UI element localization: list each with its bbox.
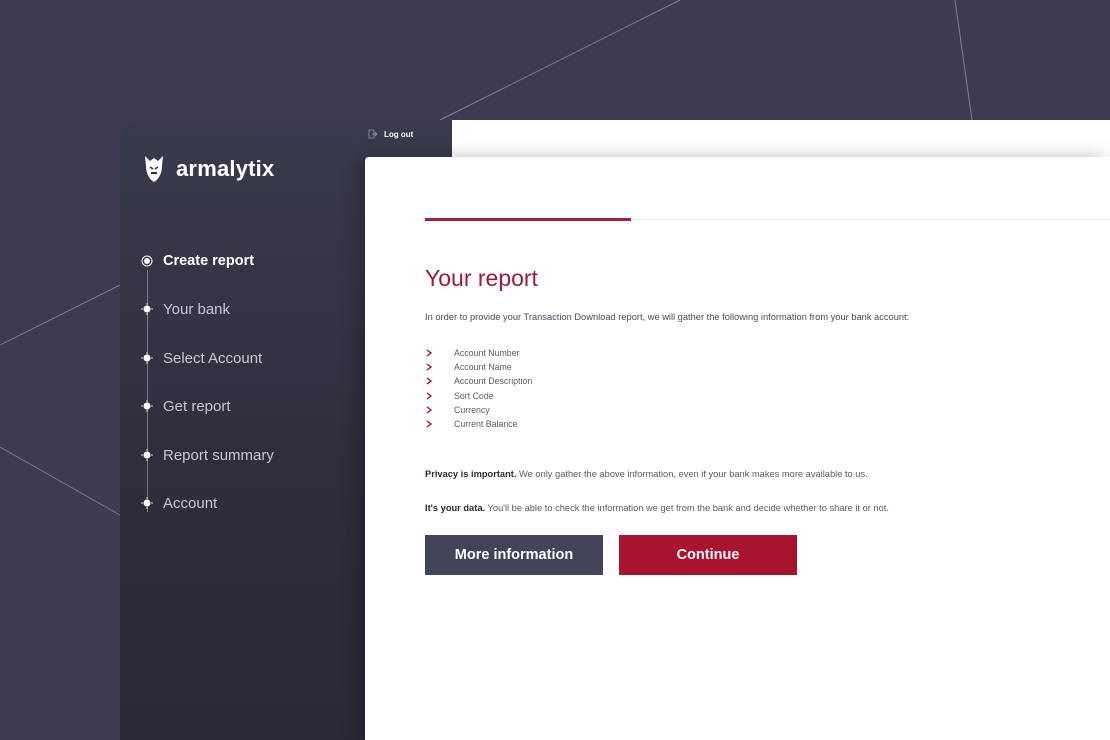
sidebar-step-account[interactable]: Account <box>141 493 217 513</box>
step-dot-icon <box>141 303 153 315</box>
list-item: Currency <box>425 403 532 417</box>
list-item-label: Account Number <box>454 348 520 359</box>
info-list: Account Number Account Name Account Desc… <box>425 346 532 431</box>
chevron-right-icon <box>426 377 433 386</box>
chevron-right-icon <box>426 406 433 414</box>
chevron-right-icon <box>426 420 433 428</box>
chevron-right-icon <box>426 363 433 371</box>
top-header-strip <box>452 120 1110 160</box>
brand-logo: armalytix <box>142 154 274 184</box>
sidebar-step-your-bank[interactable]: Your bank <box>141 299 230 319</box>
privacy-lead: Privacy is important. <box>425 469 517 479</box>
step-label: Create report <box>163 253 255 269</box>
privacy-text: We only gather the above information, ev… <box>516 469 868 479</box>
main-panel: Your report In order to provide your Tra… <box>365 157 1110 740</box>
sidebar-step-report-summary[interactable]: Report summary <box>141 445 274 465</box>
step-label: Get report <box>163 397 231 415</box>
step-dot-icon <box>141 400 153 412</box>
progress-fill <box>425 218 631 221</box>
dragon-logo-icon <box>145 156 163 182</box>
sidebar-step-create-report[interactable]: Create report <box>141 251 254 271</box>
step-dot-icon <box>141 255 153 267</box>
step-label: Select Account <box>163 349 263 367</box>
list-item: Current Balance <box>425 417 532 431</box>
list-item-label: Account Description <box>454 376 533 387</box>
your-data-lead: It's your data. <box>425 503 486 513</box>
step-label: Report summary <box>163 446 274 464</box>
list-item-label: Currency <box>454 404 490 415</box>
your-data-text: You'll be able to check the information … <box>485 503 889 513</box>
your-data-note: It's your data. You'll be able to check … <box>425 503 889 513</box>
sidebar-step-select-account[interactable]: Select Account <box>141 348 262 368</box>
list-item-label: Sort Code <box>454 390 494 401</box>
chevron-right-icon <box>426 392 433 400</box>
step-label: Your bank <box>163 300 231 318</box>
intro-text: In order to provide your Transaction Dow… <box>425 312 910 322</box>
list-item-label: Current Balance <box>454 419 518 430</box>
list-item: Account Name <box>425 360 532 374</box>
list-item: Sort Code <box>425 389 532 403</box>
logout-icon <box>368 129 378 139</box>
chevron-right-icon <box>426 349 433 357</box>
more-information-button[interactable]: More information <box>425 535 603 575</box>
list-item: Account Description <box>425 374 532 388</box>
logout-link[interactable]: Log out <box>368 129 413 139</box>
step-label: Account <box>163 494 218 512</box>
step-dot-icon <box>141 497 153 509</box>
brand-name: armalytix <box>176 156 275 181</box>
page-title: Your report <box>425 265 538 291</box>
logout-label: Log out <box>384 129 414 139</box>
privacy-note: Privacy is important. We only gather the… <box>425 469 868 479</box>
continue-button[interactable]: Continue <box>619 535 797 575</box>
sidebar-step-get-report[interactable]: Get report <box>141 396 231 416</box>
list-item-label: Account Name <box>454 362 512 373</box>
step-dot-icon <box>141 352 153 364</box>
list-item: Account Number <box>425 346 532 360</box>
step-dot-icon <box>141 449 153 461</box>
